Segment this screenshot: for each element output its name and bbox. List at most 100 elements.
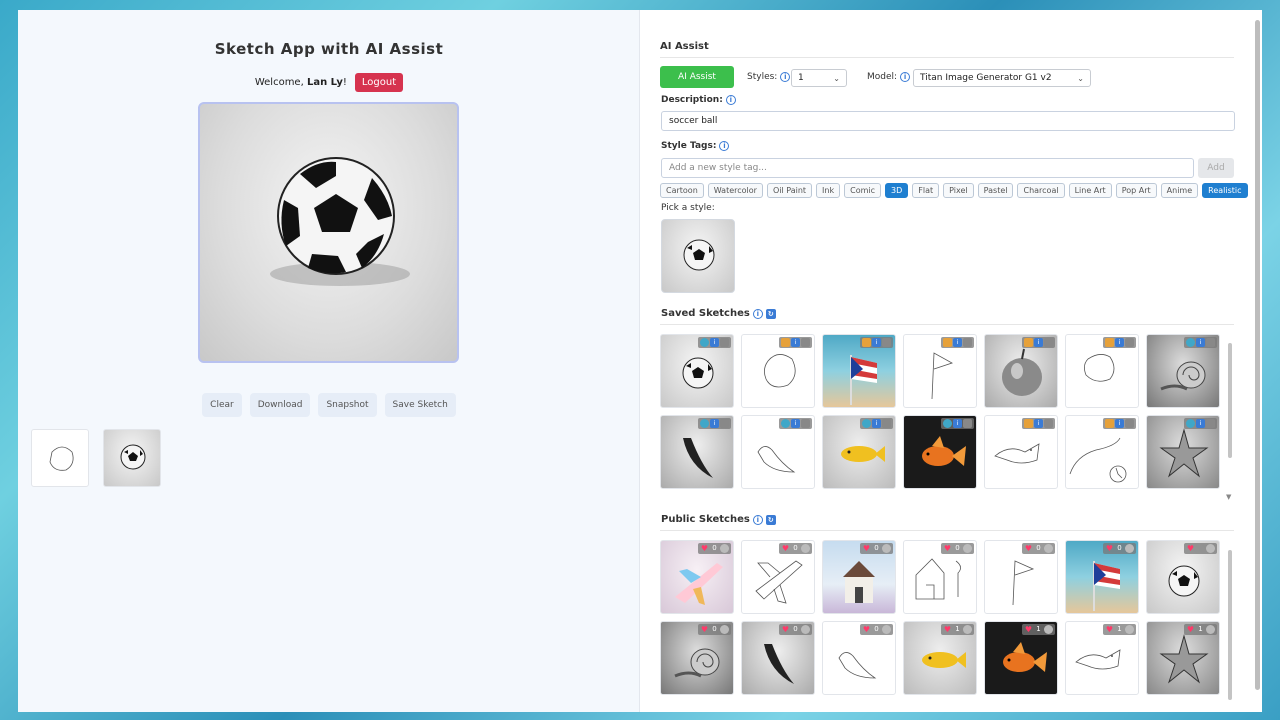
refresh-icon[interactable]: ↻ bbox=[765, 514, 776, 525]
info-icon[interactable]: i bbox=[953, 419, 962, 428]
style-tag-input[interactable]: Add a new style tag... bbox=[661, 158, 1194, 178]
trash-icon[interactable] bbox=[801, 419, 810, 428]
download-button[interactable]: Download bbox=[249, 393, 311, 417]
tag-charcoal[interactable]: Charcoal bbox=[1017, 183, 1065, 198]
info-icon[interactable]: i bbox=[791, 338, 800, 347]
tag-flat[interactable]: Flat bbox=[912, 183, 940, 198]
info-icon[interactable]: i bbox=[1196, 419, 1205, 428]
tag-line-art[interactable]: Line Art bbox=[1068, 183, 1112, 198]
info-icon[interactable]: i bbox=[791, 419, 800, 428]
info-icon[interactable]: i bbox=[710, 419, 719, 428]
saved-sketch-card[interactable]: i bbox=[1146, 415, 1220, 489]
trash-icon[interactable] bbox=[720, 338, 729, 347]
trash-icon[interactable] bbox=[1044, 338, 1053, 347]
lock-icon[interactable] bbox=[1024, 419, 1033, 428]
user-icon[interactable] bbox=[720, 544, 729, 553]
public-icon[interactable] bbox=[700, 338, 709, 347]
lock-icon[interactable] bbox=[1024, 338, 1033, 347]
saved-sketch-card[interactable]: i bbox=[660, 334, 734, 408]
user-icon[interactable] bbox=[882, 625, 891, 634]
tag-pastel[interactable]: Pastel bbox=[977, 183, 1014, 198]
user-icon[interactable] bbox=[1206, 544, 1215, 553]
info-icon[interactable]: i bbox=[872, 419, 881, 428]
info-icon[interactable]: i bbox=[780, 72, 791, 82]
user-icon[interactable] bbox=[1044, 544, 1053, 553]
tag-oil-paint[interactable]: Oil Paint bbox=[766, 183, 813, 198]
trash-icon[interactable] bbox=[882, 419, 891, 428]
scroll-down-icon[interactable]: ▼ bbox=[1226, 493, 1231, 501]
user-icon[interactable] bbox=[1044, 625, 1053, 634]
info-icon[interactable]: i bbox=[725, 95, 736, 105]
public-scrollbar[interactable] bbox=[1228, 550, 1232, 700]
public-icon[interactable] bbox=[700, 419, 709, 428]
info-icon[interactable]: i bbox=[1115, 419, 1124, 428]
heart-icon[interactable]: ♥ bbox=[1105, 625, 1114, 634]
lock-icon[interactable] bbox=[781, 338, 790, 347]
user-icon[interactable] bbox=[963, 544, 972, 553]
snapshot-button[interactable]: Snapshot bbox=[318, 393, 377, 417]
heart-icon[interactable]: ♥ bbox=[700, 625, 709, 634]
trash-icon[interactable] bbox=[963, 338, 972, 347]
tag-watercolor[interactable]: Watercolor bbox=[707, 183, 763, 198]
info-icon[interactable]: i bbox=[752, 308, 763, 319]
trash-icon[interactable] bbox=[720, 419, 729, 428]
heart-icon[interactable]: ♥ bbox=[1105, 544, 1114, 553]
saved-sketch-card[interactable]: i bbox=[741, 334, 815, 408]
public-sketch-card[interactable]: ♥ 0 bbox=[984, 540, 1058, 614]
saved-sketch-card[interactable]: i bbox=[1065, 334, 1139, 408]
info-icon[interactable]: i bbox=[752, 514, 763, 525]
lock-icon[interactable] bbox=[943, 338, 952, 347]
trash-icon[interactable] bbox=[801, 338, 810, 347]
saved-sketch-card[interactable]: i bbox=[1146, 334, 1220, 408]
info-icon[interactable]: i bbox=[872, 338, 881, 347]
info-icon[interactable]: i bbox=[1034, 419, 1043, 428]
info-icon[interactable]: i bbox=[953, 338, 962, 347]
lock-icon[interactable] bbox=[862, 338, 871, 347]
saved-sketch-card[interactable]: i bbox=[1065, 415, 1139, 489]
page-scrollbar[interactable] bbox=[1255, 20, 1260, 690]
tag-pixel[interactable]: Pixel bbox=[943, 183, 974, 198]
user-icon[interactable] bbox=[963, 625, 972, 634]
public-sketch-card[interactable]: ♥ 0 bbox=[660, 621, 734, 695]
public-sketch-card[interactable]: ♥ 0 bbox=[660, 540, 734, 614]
tag-cartoon[interactable]: Cartoon bbox=[660, 183, 704, 198]
snapshot-thumb[interactable] bbox=[103, 429, 161, 487]
public-sketch-card[interactable]: ♥ 0 bbox=[903, 540, 977, 614]
heart-icon[interactable]: ♥ bbox=[1024, 544, 1033, 553]
tag-comic[interactable]: Comic bbox=[844, 183, 882, 198]
user-icon[interactable] bbox=[720, 625, 729, 634]
public-sketch-card[interactable]: ♥ 0 bbox=[822, 540, 896, 614]
tag-3d[interactable]: 3D bbox=[885, 183, 909, 198]
user-icon[interactable] bbox=[1125, 625, 1134, 634]
user-icon[interactable] bbox=[1125, 544, 1134, 553]
public-sketch-card[interactable]: ♥ 0 bbox=[822, 621, 896, 695]
public-icon[interactable] bbox=[943, 419, 952, 428]
tag-realistic[interactable]: Realistic bbox=[1202, 183, 1248, 198]
style-option-card[interactable] bbox=[661, 219, 735, 293]
heart-icon[interactable]: ♥ bbox=[862, 544, 871, 553]
info-icon[interactable]: i bbox=[710, 338, 719, 347]
add-tag-button[interactable]: Add bbox=[1198, 158, 1234, 178]
heart-icon[interactable]: ♥ bbox=[1186, 625, 1195, 634]
info-icon[interactable]: i bbox=[1115, 338, 1124, 347]
info-icon[interactable]: i bbox=[1196, 338, 1205, 347]
saved-scrollbar[interactable] bbox=[1228, 343, 1232, 458]
user-icon[interactable] bbox=[1206, 625, 1215, 634]
public-sketch-card[interactable]: ♥ 1 bbox=[984, 621, 1058, 695]
saved-sketch-card[interactable]: i bbox=[903, 334, 977, 408]
public-icon[interactable] bbox=[781, 419, 790, 428]
public-sketch-card[interactable]: ♥ 0 bbox=[741, 621, 815, 695]
drawing-canvas[interactable] bbox=[198, 102, 459, 363]
saved-sketch-card[interactable]: i bbox=[741, 415, 815, 489]
clear-button[interactable]: Clear bbox=[202, 393, 242, 417]
saved-sketch-card[interactable]: i bbox=[822, 415, 896, 489]
trash-icon[interactable] bbox=[1125, 338, 1134, 347]
trash-icon[interactable] bbox=[882, 338, 891, 347]
info-icon[interactable]: i bbox=[719, 141, 730, 151]
refresh-icon[interactable]: ↻ bbox=[765, 308, 776, 319]
trash-icon[interactable] bbox=[1206, 419, 1215, 428]
saved-sketch-card[interactable]: i bbox=[822, 334, 896, 408]
saved-sketch-card[interactable]: i bbox=[660, 415, 734, 489]
heart-icon[interactable]: ♥ bbox=[943, 625, 952, 634]
saved-sketch-card[interactable]: i bbox=[903, 415, 977, 489]
